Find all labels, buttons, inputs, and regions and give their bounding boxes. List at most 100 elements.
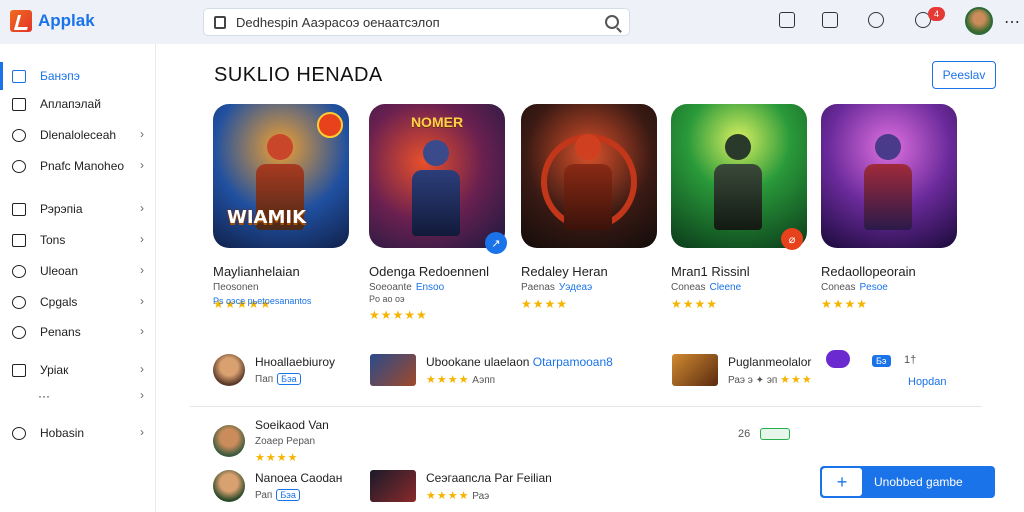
- app-card-subtitle: Пеоsonen: [213, 282, 259, 293]
- app-card-image[interactable]: WIAMIK: [213, 104, 349, 248]
- avatar: [213, 425, 245, 457]
- list-item[interactable]: Soeikaod Van Zoaep Pepan ★★★★: [213, 418, 329, 464]
- purple-badge-icon: [826, 350, 850, 368]
- sidebar-item-document[interactable]: Рэрэпіа ›: [0, 195, 156, 223]
- sidebar-item-info[interactable]: Hobasin ›: [0, 419, 156, 447]
- sidebar-item-label: Uleoan: [40, 264, 79, 278]
- info-icon: [12, 426, 26, 440]
- sidebar-item-label: ···: [38, 389, 50, 403]
- list-item[interactable]: Nanoea Caodaн Рап Бэа: [213, 470, 342, 502]
- app-card-meta: Ps оэсе рьеtoesanantos: [213, 296, 312, 306]
- list-item[interactable]: Ubookane ulaelaon Otarpamooan8 ★★★★ Аэпп: [370, 354, 613, 386]
- app-card-subtitle: Coneas Pesoe: [821, 282, 888, 293]
- sidebar-item-label: Penans: [40, 325, 81, 339]
- app-card-image[interactable]: [671, 104, 807, 248]
- app-card-image[interactable]: [521, 104, 657, 248]
- sidebar-item-plug[interactable]: Tons ›: [0, 226, 156, 254]
- download-icon[interactable]: [779, 12, 795, 28]
- bell-icon: [12, 264, 26, 278]
- home-icon: [12, 69, 26, 83]
- sidebar-item-wifi[interactable]: Pnafc Manoheo ›: [0, 152, 156, 180]
- sidebar-item-building[interactable]: Уріак ›: [0, 356, 156, 384]
- chevron-right-icon: ›: [140, 294, 144, 308]
- count-label: 1†: [904, 354, 917, 366]
- app-card-image[interactable]: NOMER: [369, 104, 505, 248]
- sidebar-item-time[interactable]: Dlenaloleceah ›: [0, 121, 156, 149]
- list-item-subtitle: Раэ э ✦ эп ★★★: [728, 373, 813, 386]
- list-item-subtitle: Рап Бэа: [255, 489, 342, 501]
- hero-figure: [407, 140, 465, 236]
- search-input[interactable]: Dedhespin Ааэрасоэ оенаатсэлоп: [236, 15, 605, 30]
- sidebar-item-more[interactable]: ··· ›: [0, 382, 156, 410]
- top-bar: Applak Dedhespin Ааэрасоэ оенаатсэлоп 4 …: [0, 0, 1024, 44]
- hero-figure: [559, 134, 617, 230]
- list-item-title: Hноаllaebiuroy: [255, 355, 336, 369]
- avatar: [213, 470, 245, 502]
- count-label: 26: [738, 428, 751, 440]
- sidebar-item-label: Банэпэ: [40, 69, 80, 83]
- notification-badge: 4: [928, 7, 945, 21]
- app-card-image[interactable]: [821, 104, 957, 248]
- avatar: [213, 354, 245, 386]
- sidebar-item-search[interactable]: Penans ›: [0, 318, 156, 346]
- wifi-icon: [12, 159, 26, 173]
- section-action-button[interactable]: Peeslav: [932, 61, 996, 89]
- app-card[interactable]: WIAMIK Мауlianhelaian Пеоsonen ★★★★★: [213, 104, 349, 311]
- chevron-right-icon: ›: [140, 201, 144, 215]
- chevron-right-icon: ›: [140, 127, 144, 141]
- sidebar-item-target[interactable]: Cpgals ›: [0, 288, 156, 316]
- app-card-logo: WIAMIK: [227, 207, 307, 228]
- app-card-rating: ★★★★: [521, 297, 569, 311]
- user-avatar[interactable]: [965, 7, 993, 35]
- tools-icon[interactable]: [868, 12, 884, 28]
- app-card-title: Мгап1 Rissinl: [671, 264, 750, 279]
- app-card-rating: ★★★★★: [369, 308, 428, 322]
- app-card[interactable]: Redaley Heran Paenas Уэдеаэ ★★★★: [521, 104, 657, 311]
- chevron-right-icon: ›: [140, 388, 144, 402]
- list-item-subtitle: Пап Бэа: [255, 373, 335, 385]
- app-card[interactable]: ⌀ Мгап1 Rissinl Coneas Cleene ★★★★: [671, 104, 807, 311]
- add-game-button[interactable]: + Unobbed gambe: [820, 466, 995, 498]
- search-icon: [12, 325, 26, 339]
- plus-icon: +: [822, 468, 862, 496]
- more-options-icon[interactable]: ⋯: [1004, 12, 1020, 32]
- link-text[interactable]: Hopdan: [908, 376, 947, 388]
- list-item[interactable]: Hноаllaebiuroy Пап Бэа: [213, 354, 335, 386]
- list-item[interactable]: Сеэгаапсла Par Feilian ★★★★ Раэ: [370, 470, 552, 502]
- app-card-subtitle: Soeoante Ensoo: [369, 282, 445, 293]
- app-card-title: Redaollopeorain: [821, 264, 916, 279]
- sidebar-item-bell[interactable]: Uleoan ›: [0, 257, 156, 285]
- add-game-button-label: Unobbed gambe: [874, 475, 963, 489]
- list-item-subtitle: ★★★★ Раэ: [426, 489, 490, 502]
- search-icon[interactable]: [605, 15, 619, 29]
- list-item[interactable]: Puglanmeolalor Раэ э ✦ эп ★★★: [672, 354, 813, 386]
- sidebar-item-label: Аплапэлай: [40, 97, 101, 111]
- list-item-title: Puglanmeolalor: [728, 354, 812, 369]
- chevron-right-icon: ›: [140, 425, 144, 439]
- app-card-meta: Po ао оэ: [369, 294, 405, 304]
- app-card[interactable]: NOMER ↗ Odenga Redoennenl Soeoante Ensoo …: [369, 104, 507, 322]
- chevron-right-icon: ›: [140, 158, 144, 172]
- sidebar-item-monitor[interactable]: Аплапэлай: [0, 90, 156, 118]
- status-badge: [760, 428, 790, 440]
- hot-badge-icon: ⌀: [781, 228, 803, 250]
- sidebar-item-label: Tons: [40, 233, 66, 247]
- list-item-subtitle: Zoaep Pepan: [255, 436, 316, 447]
- building-icon: [12, 363, 26, 377]
- hero-figure: [859, 134, 917, 230]
- app-card-title: Redaley Heran: [521, 264, 608, 279]
- sidebar-item-home[interactable]: Банэпэ: [0, 62, 156, 90]
- search-bar[interactable]: Dedhespin Ааэрасоэ оенаатсэлоп: [203, 8, 630, 36]
- sidebar-item-label: Hobasin: [40, 426, 85, 440]
- game-thumbnail: [370, 470, 416, 502]
- app-logo[interactable]: Applak: [10, 10, 95, 32]
- list-item-rating: ★★★★: [255, 452, 299, 464]
- chevron-right-icon: ›: [140, 232, 144, 246]
- hero-figure: [709, 134, 767, 230]
- app-card[interactable]: Redaollopeorain Coneas Pesoe ★★★★: [821, 104, 957, 311]
- plug-icon: [12, 233, 26, 247]
- sidebar-item-label: Pnafc Manoheo: [40, 159, 125, 173]
- chevron-right-icon: ›: [140, 362, 144, 376]
- list-item-subtitle: ★★★★ Аэпп: [426, 373, 496, 386]
- inbox-icon[interactable]: [822, 12, 838, 28]
